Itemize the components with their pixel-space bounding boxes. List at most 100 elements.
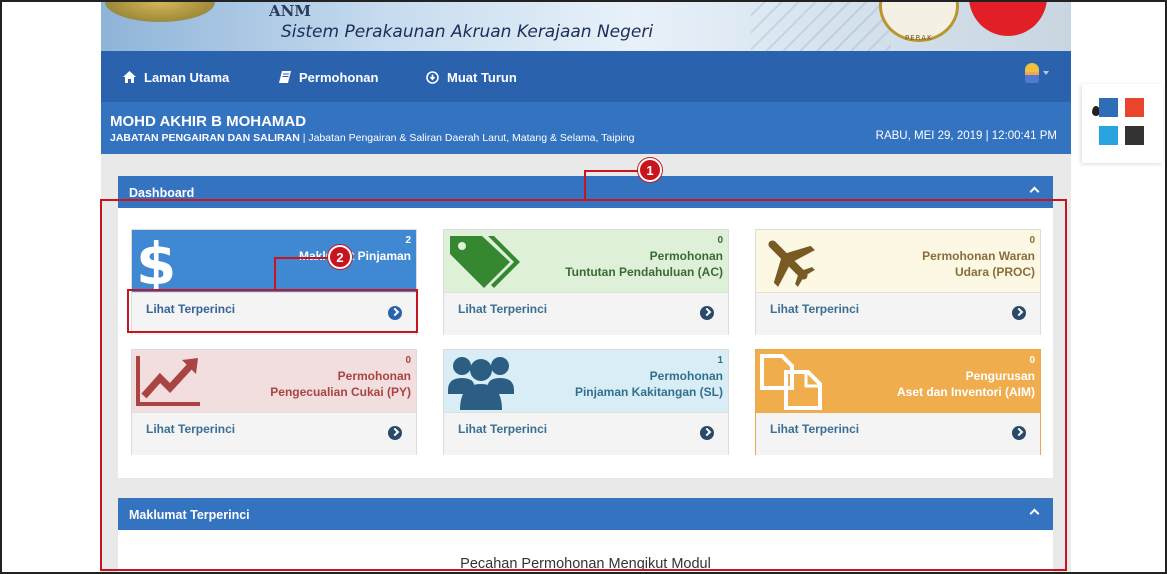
annotation-leader-2-horizontal [274, 257, 328, 259]
app-window: ANM Sistem Perakaunan Akruan Kerajaan Ne… [101, 0, 1071, 574]
card-title-line1: Permohonan Waran [922, 249, 1035, 263]
book-icon [279, 71, 291, 83]
view-details-link[interactable]: Lihat Terperinci [146, 422, 235, 436]
card-header: 0 Pengurusan Aset dan Inventori (AIM) [756, 350, 1040, 412]
chevron-down-icon [1043, 71, 1049, 75]
card-title-line1: Pengurusan [965, 369, 1035, 383]
home-icon [123, 71, 136, 83]
details-collapse-toggle[interactable] [1029, 507, 1039, 517]
card-title: Permohonan Pinjaman Kakitangan (SL) [575, 368, 723, 400]
theme-swatch-dark[interactable] [1125, 126, 1144, 145]
card-tuntutan-pendahuluan: 0 Permohonan Tuntutan Pendahuluan (AC) Li… [443, 229, 729, 335]
card-footer[interactable]: Lihat Terperinci [132, 292, 416, 335]
card-header: 0 Permohonan Waran Udara (PROC) [756, 230, 1040, 292]
users-icon [448, 357, 514, 410]
card-title-line2: Tuntutan Pendahuluan (AC) [565, 265, 723, 279]
chart-trend-icon [136, 356, 200, 406]
dashboard-title: Dashboard [129, 186, 195, 200]
view-details-link[interactable]: Lihat Terperinci [458, 302, 547, 316]
card-title-line2: Pinjaman Kakitangan (SL) [574, 385, 723, 399]
card-title: Pengurusan Aset dan Inventori (AIM) [897, 368, 1035, 400]
nav-muat-turun-label: Muat Turun [447, 69, 517, 85]
current-datetime: RABU, MEI 29, 2019 | 12:00:41 PM [875, 130, 1057, 142]
card-count: 1 [717, 355, 723, 366]
details-panel: Maklumat Terperinci Pecahan Permohonan M… [118, 498, 1053, 574]
theme-color-widget [1082, 84, 1163, 163]
card-title: Permohonan Waran Udara (PROC) [922, 248, 1035, 280]
arrow-right-circle-icon[interactable] [700, 306, 714, 320]
theme-swatch-red[interactable] [1125, 98, 1144, 117]
view-details-link[interactable]: Lihat Terperinci [770, 302, 859, 316]
arrow-right-circle-icon[interactable] [388, 426, 402, 440]
tag-icon [450, 236, 520, 288]
card-title-line1: Permohonan [649, 369, 723, 383]
banner-abbreviation: ANM [269, 2, 311, 20]
user-name: MOHD AKHIR B MOHAMAD [110, 113, 307, 130]
download-icon [426, 70, 439, 84]
top-navbar: Laman Utama Permohonan Muat Turun [101, 51, 1071, 102]
card-title-line2: Udara (PROC) [954, 265, 1035, 279]
card-title-line1: Permohonan [649, 249, 723, 263]
card-title-line1: Maklumat Pinjaman [298, 249, 411, 263]
view-details-link[interactable]: Lihat Terperinci [146, 302, 235, 316]
header-banner: ANM Sistem Perakaunan Akruan Kerajaan Ne… [101, 0, 1071, 51]
card-footer[interactable]: Lihat Terperinci [756, 292, 1040, 335]
card-title: Maklumat Pinjaman [299, 248, 411, 264]
annotation-leader-1-horizontal [584, 170, 640, 172]
theme-swatch-lightblue[interactable] [1099, 126, 1118, 145]
plane-icon [768, 240, 815, 287]
card-count: 0 [405, 355, 411, 366]
card-title: Permohonan Tuntutan Pendahuluan (AC) [565, 248, 723, 280]
dashboard-collapse-toggle[interactable] [1029, 185, 1039, 195]
nav-permohonan-label: Permohonan [299, 69, 379, 85]
card-title-line2: Pengecualian Cukai (PY) [270, 385, 411, 399]
card-footer[interactable]: Lihat Terperinci [444, 292, 728, 335]
annotation-leader-2 [274, 258, 276, 290]
user-avatar-icon [1025, 63, 1039, 83]
crest-label: PERAK [905, 34, 933, 42]
card-footer[interactable]: Lihat Terperinci [132, 412, 416, 455]
theme-swatch-blue[interactable] [1099, 98, 1118, 117]
details-body-title: Pecahan Permohonan Mengikut Modul [460, 556, 711, 572]
banner-decoration [751, 0, 891, 51]
view-details-link[interactable]: Lihat Terperinci [458, 422, 547, 436]
card-title-line1: Permohonan [337, 369, 411, 383]
card-count: 0 [717, 235, 723, 246]
user-info-bar: MOHD AKHIR B MOHAMAD JABATAN PENGAIRAN D… [101, 102, 1071, 154]
dollar-icon: $ [136, 232, 176, 290]
annotation-badge-2: 2 [328, 245, 352, 269]
arrow-right-circle-icon[interactable] [1012, 426, 1026, 440]
state-crest-left [105, 0, 215, 22]
nav-home[interactable]: Laman Utama [123, 68, 229, 86]
arrow-right-circle-icon[interactable] [1012, 306, 1026, 320]
card-waran-udara: 0 Permohonan Waran Udara (PROC) Lihat Ter… [755, 229, 1041, 335]
card-footer[interactable]: Lihat Terperinci [444, 412, 728, 455]
card-header: 0 Permohonan Tuntutan Pendahuluan (AC) [444, 230, 728, 292]
nav-muat-turun[interactable]: Muat Turun [426, 68, 517, 86]
card-aset-inventori: 0 Pengurusan Aset dan Inventori (AIM) Lih… [755, 349, 1041, 455]
nav-home-label: Laman Utama [144, 69, 230, 85]
user-menu[interactable] [1025, 61, 1061, 85]
svg-text:$: $ [136, 232, 176, 290]
card-title-line2: Aset dan Inventori (AIM) [896, 385, 1035, 399]
user-department: JABATAN PENGAIRAN DAN SALIRAN | Jabatan … [110, 132, 634, 144]
nav-permohonan[interactable]: Permohonan [279, 68, 378, 86]
card-footer[interactable]: Lihat Terperinci [756, 412, 1040, 455]
card-count: 2 [405, 235, 411, 246]
arrow-right-circle-icon[interactable] [700, 426, 714, 440]
annotation-leader-1 [584, 171, 586, 200]
department-sub: | Jabatan Pengairan & Saliran Daerah Lar… [299, 132, 635, 144]
arrow-right-circle-icon[interactable] [388, 306, 402, 320]
card-header: 0 Permohonan Pengecualian Cukai (PY) [132, 350, 416, 412]
card-pengecualian-cukai: 0 Permohonan Pengecualian Cukai (PY) Liha… [131, 349, 417, 455]
card-title: Permohonan Pengecualian Cukai (PY) [270, 368, 411, 400]
card-count: 0 [1029, 355, 1035, 366]
annotation-badge-1: 1 [638, 158, 662, 182]
details-header: Maklumat Terperinci [118, 498, 1053, 530]
system-title: Sistem Perakaunan Akruan Kerajaan Negeri [281, 22, 654, 42]
card-count: 0 [1029, 235, 1035, 246]
department-main: JABATAN PENGAIRAN DAN SALIRAN [110, 132, 300, 144]
copy-icon [760, 354, 822, 410]
dashboard-panel: Dashboard $ 2 Maklumat Pinjaman Lihat Te… [118, 176, 1053, 478]
view-details-link[interactable]: Lihat Terperinci [770, 422, 859, 436]
